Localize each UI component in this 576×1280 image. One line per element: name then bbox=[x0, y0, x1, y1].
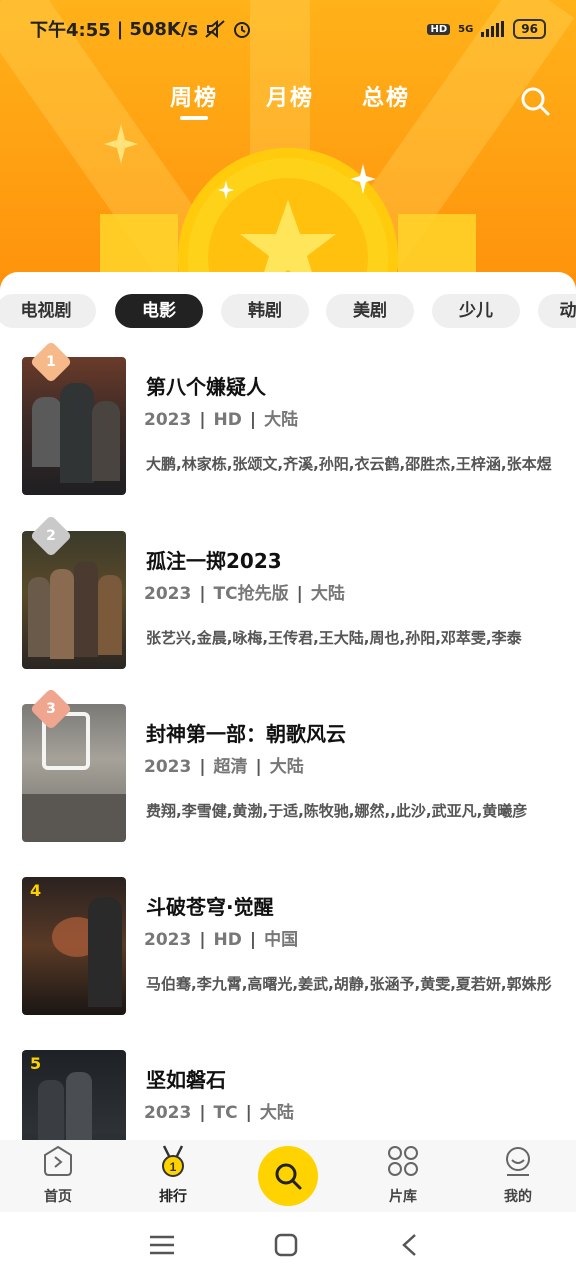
svg-text:1: 1 bbox=[170, 1160, 177, 1174]
tab-weekly[interactable]: 周榜 bbox=[170, 80, 218, 120]
category-anime[interactable]: 动 bbox=[538, 294, 576, 328]
movie-title: 第八个嫌疑人 bbox=[146, 375, 266, 399]
network-label: 5G bbox=[458, 23, 474, 35]
nav-home[interactable]: 首页 bbox=[18, 1144, 98, 1206]
tab-total[interactable]: 总榜 bbox=[362, 80, 410, 112]
movie-title: 封神第一部：朝歌风云 bbox=[146, 722, 346, 746]
rank-badge: 1 bbox=[46, 354, 56, 370]
movie-meta: 2023 | HD | 大陆 bbox=[144, 410, 299, 430]
status-speed: 508K/s bbox=[129, 18, 199, 40]
battery-indicator: 96 bbox=[513, 19, 546, 39]
category-korean[interactable]: 韩剧 bbox=[221, 294, 309, 328]
list-item[interactable]: 4 斗破苍穹·觉醒 2023 | HD | 中国 马伯骞,李九霄,高曙光,姜武,胡静,张… bbox=[22, 877, 562, 1017]
list-item[interactable]: 3 封神第一部：朝歌风云 2023 | 超清 | 大陆 费翔,李雪健,黄渤,于适,陈牧驰… bbox=[22, 687, 562, 844]
sparkle-icon bbox=[218, 180, 234, 200]
rank-badge: 5 bbox=[30, 1054, 42, 1073]
nav-ranking[interactable]: 1 排行 bbox=[133, 1144, 213, 1206]
rank-badge: 4 bbox=[30, 881, 42, 900]
ranking-tabs: 周榜 月榜 总榜 bbox=[0, 80, 576, 120]
system-nav-bar bbox=[0, 1212, 576, 1280]
nav-library[interactable]: 片库 bbox=[363, 1144, 443, 1206]
movie-cast: 大鹏,林家栋,张颂文,齐溪,孙阳,衣云鹤,邵胜杰,王梓涵,张本煜 bbox=[146, 455, 552, 473]
nav-profile[interactable]: 我的 bbox=[478, 1144, 558, 1206]
home-play-icon bbox=[44, 1145, 72, 1176]
movie-title: 坚如磐石 bbox=[146, 1068, 226, 1092]
movie-meta: 2023 | HD | 中国 bbox=[144, 930, 299, 950]
movie-title: 斗破苍穹·觉醒 bbox=[146, 895, 274, 919]
list-item[interactable]: 1 第八个嫌疑人 2023 | HD | 大陆 大鹏,林家栋,张颂文,齐溪,孙阳,衣云鹤… bbox=[22, 340, 562, 497]
movie-cast: 费翔,李雪健,黄渤,于适,陈牧驰,娜然,,此沙,武亚凡,黄曦彦 bbox=[146, 802, 528, 820]
sparkle-icon bbox=[104, 124, 138, 164]
movie-meta: 2023 | 超清 | 大陆 bbox=[144, 757, 304, 777]
rank-badge: 3 bbox=[46, 701, 56, 717]
profile-icon bbox=[506, 1147, 530, 1176]
grid-icon bbox=[388, 1146, 418, 1176]
medal-icon: 1 bbox=[162, 1145, 184, 1177]
status-time: 下午4:55 bbox=[30, 20, 111, 41]
mute-icon bbox=[205, 19, 225, 39]
movie-meta: 2023 | TC | 大陆 bbox=[144, 1103, 294, 1123]
movie-cast: 马伯骞,李九霄,高曙光,姜武,胡静,张涵予,黄雯,夏若妍,郭姝彤 bbox=[146, 975, 552, 993]
category-movie[interactable]: 电影 bbox=[115, 294, 203, 328]
alarm-icon bbox=[234, 22, 251, 38]
movie-poster bbox=[22, 531, 126, 669]
category-filter: 电视剧 电影 韩剧 美剧 少儿 动 bbox=[0, 294, 576, 328]
movie-poster bbox=[22, 704, 126, 842]
signal-icon bbox=[481, 21, 505, 37]
movie-meta: 2023 | TC抢先版 | 大陆 bbox=[144, 584, 345, 604]
status-bar: 下午4:55 | 508K/s HD 5G 96 bbox=[30, 14, 546, 44]
list-item[interactable]: 2 孤注一掷2023 2023 | TC抢先版 | 大陆 张艺兴,金晨,咏梅,王传君,王… bbox=[22, 514, 562, 671]
category-american[interactable]: 美剧 bbox=[326, 294, 414, 328]
home-square-icon[interactable] bbox=[274, 1233, 298, 1257]
category-kids[interactable]: 少儿 bbox=[432, 294, 520, 328]
movie-poster bbox=[22, 357, 126, 495]
rank-badge: 2 bbox=[46, 528, 56, 544]
category-tv[interactable]: 电视剧 bbox=[0, 294, 96, 328]
hd-badge: HD bbox=[427, 23, 451, 35]
search-icon bbox=[275, 1163, 302, 1190]
movie-cast: 张艺兴,金晨,咏梅,王传君,王大陆,周也,孙阳,邓萃雯,李泰 bbox=[146, 629, 522, 647]
center-search-button[interactable] bbox=[258, 1146, 318, 1206]
movie-title: 孤注一掷2023 bbox=[146, 549, 282, 573]
back-icon[interactable] bbox=[400, 1233, 418, 1257]
tab-monthly[interactable]: 月榜 bbox=[266, 80, 314, 112]
sparkle-icon bbox=[350, 164, 376, 194]
search-icon[interactable] bbox=[520, 86, 550, 116]
menu-icon[interactable] bbox=[150, 1234, 174, 1256]
